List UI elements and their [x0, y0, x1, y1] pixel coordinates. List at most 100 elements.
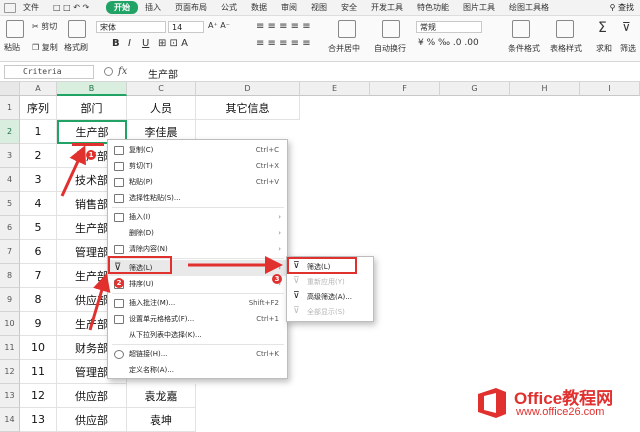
column-header-e[interactable]: E: [300, 82, 370, 96]
cell-a4[interactable]: 3: [20, 168, 57, 192]
row-header[interactable]: 8: [0, 264, 20, 288]
tab-formulas[interactable]: 公式: [214, 2, 244, 13]
tab-developer[interactable]: 开发工具: [364, 2, 410, 13]
column-header-c[interactable]: C: [127, 82, 196, 96]
cell-a12[interactable]: 11: [20, 360, 57, 384]
cell-a9[interactable]: 8: [20, 288, 57, 312]
formula-input[interactable]: 生产部: [148, 66, 178, 81]
menu-item-insert-comment[interactable]: 插入批注(M)... Shift+F2: [108, 295, 287, 311]
sum-label[interactable]: 求和: [596, 43, 612, 54]
row-header[interactable]: 14: [0, 408, 20, 432]
cell-a8[interactable]: 7: [20, 264, 57, 288]
row-header[interactable]: 13: [0, 384, 20, 408]
filter-ribbon-icon[interactable]: ⊽: [622, 20, 631, 34]
menu-item-cut[interactable]: 剪切(T) Ctrl+X: [108, 158, 287, 174]
tab-drawing-tools[interactable]: 绘图工具格: [502, 2, 556, 13]
row-header[interactable]: 2: [0, 120, 20, 144]
menu-item-delete[interactable]: 删除(D) ›: [108, 225, 287, 241]
format-painter-icon[interactable]: [68, 20, 86, 38]
tab-security[interactable]: 安全: [334, 2, 364, 13]
paste-icon[interactable]: [6, 20, 24, 38]
row-header[interactable]: 4: [0, 168, 20, 192]
row-header[interactable]: 3: [0, 144, 20, 168]
cell-c1[interactable]: 人员: [127, 96, 196, 120]
menu-item-define-name[interactable]: 定义名称(A)...: [108, 362, 287, 378]
row-header[interactable]: 6: [0, 216, 20, 240]
tab-review[interactable]: 审阅: [274, 2, 304, 13]
tab-picture-tools[interactable]: 图片工具: [456, 2, 502, 13]
font-name-select[interactable]: 宋体: [96, 21, 166, 33]
column-header-a[interactable]: A: [20, 82, 57, 96]
tab-features[interactable]: 特色功能: [410, 2, 456, 13]
row-header[interactable]: 1: [0, 96, 20, 120]
row-header[interactable]: 5: [0, 192, 20, 216]
italic-button[interactable]: I: [128, 38, 131, 49]
cell-b1[interactable]: 部门: [57, 96, 127, 120]
cell-a3[interactable]: 2: [20, 144, 57, 168]
tab-data[interactable]: 数据: [244, 2, 274, 13]
table-style-icon[interactable]: [556, 20, 574, 38]
merge-center-label[interactable]: 合并居中: [328, 43, 360, 54]
column-header-d[interactable]: D: [196, 82, 300, 96]
conditional-format-icon[interactable]: [512, 20, 530, 38]
cell-a5[interactable]: 4: [20, 192, 57, 216]
border-button[interactable]: ⊞ ⊡ A: [158, 38, 188, 49]
column-header-h[interactable]: H: [510, 82, 580, 96]
cell-a1[interactable]: 序列: [20, 96, 57, 120]
cell-d1[interactable]: 其它信息: [196, 96, 300, 120]
select-all-corner[interactable]: [0, 82, 20, 96]
conditional-format-label[interactable]: 条件格式: [508, 43, 540, 54]
sum-icon[interactable]: Σ: [598, 20, 607, 36]
row-header[interactable]: 11: [0, 336, 20, 360]
font-size-select[interactable]: 14: [168, 21, 204, 33]
name-box[interactable]: Criteria: [4, 65, 94, 79]
menu-item-paste[interactable]: 粘贴(P) Ctrl+V: [108, 174, 287, 190]
cell-a6[interactable]: 5: [20, 216, 57, 240]
cell-a13[interactable]: 12: [20, 384, 57, 408]
tab-page-layout[interactable]: 页面布局: [168, 2, 214, 13]
wrap-text-icon[interactable]: [382, 20, 400, 38]
menu-item-format-cells[interactable]: 设置单元格格式(F)... Ctrl+1: [108, 311, 287, 327]
cell-b13[interactable]: 供应部: [57, 384, 127, 408]
cell-a10[interactable]: 9: [20, 312, 57, 336]
row-header[interactable]: 7: [0, 240, 20, 264]
cell-a7[interactable]: 6: [20, 240, 57, 264]
tab-view[interactable]: 视图: [304, 2, 334, 13]
quick-access-toolbar[interactable]: □ □ ↶ ↷: [46, 3, 106, 12]
zoom-icon[interactable]: [104, 67, 113, 76]
menu-item-copy[interactable]: 复制(C) Ctrl+C: [108, 142, 287, 158]
cut-button[interactable]: ✂ 剪切: [32, 21, 57, 32]
menu-item-filter[interactable]: ⊽ 筛选(L) ›: [108, 260, 287, 276]
menu-item-hyperlink[interactable]: 超链接(H)... Ctrl+K: [108, 346, 287, 362]
wrap-text-label[interactable]: 自动换行: [374, 43, 406, 54]
paste-button-label[interactable]: 粘贴: [4, 42, 20, 53]
menu-item-clear-contents[interactable]: 清除内容(N) ›: [108, 241, 287, 257]
menu-icon[interactable]: [4, 2, 16, 13]
row-header[interactable]: 10: [0, 312, 20, 336]
submenu-item-advanced-filter[interactable]: ⊽ 高级筛选(A)...: [287, 289, 373, 304]
format-painter-label[interactable]: 格式刷: [64, 42, 88, 53]
merge-center-icon[interactable]: [338, 20, 356, 38]
menu-item-sort[interactable]: 排序(U) ›: [108, 276, 287, 292]
tab-insert[interactable]: 插入: [138, 2, 168, 13]
menu-item-paste-special[interactable]: 选择性粘贴(S)...: [108, 190, 287, 206]
column-header-b[interactable]: B: [57, 82, 127, 96]
font-size-buttons[interactable]: A⁺ A⁻: [208, 21, 230, 30]
cell-c14[interactable]: 袁坤: [127, 408, 196, 432]
column-header-f[interactable]: F: [370, 82, 440, 96]
menu-item-insert[interactable]: 插入(I) ›: [108, 209, 287, 225]
underline-button[interactable]: U: [142, 38, 149, 49]
cell-a14[interactable]: 13: [20, 408, 57, 432]
row-header[interactable]: 9: [0, 288, 20, 312]
submenu-item-filter[interactable]: ⊽ 筛选(L): [287, 259, 373, 274]
tab-home[interactable]: 开始: [106, 1, 138, 14]
search-button[interactable]: ⚲ 查找: [610, 2, 634, 13]
column-header-i[interactable]: I: [580, 82, 640, 96]
column-header-g[interactable]: G: [440, 82, 510, 96]
tab-file[interactable]: 文件: [16, 2, 46, 13]
number-format-buttons[interactable]: ¥ % ‰ .0 .00: [418, 38, 479, 48]
align-top-buttons[interactable]: ≡ ≡ ≡ ≡ ≡: [256, 21, 311, 32]
table-style-label[interactable]: 表格样式: [550, 43, 582, 54]
cell-c13[interactable]: 袁龙嘉: [127, 384, 196, 408]
fx-icon[interactable]: fx: [118, 66, 127, 77]
